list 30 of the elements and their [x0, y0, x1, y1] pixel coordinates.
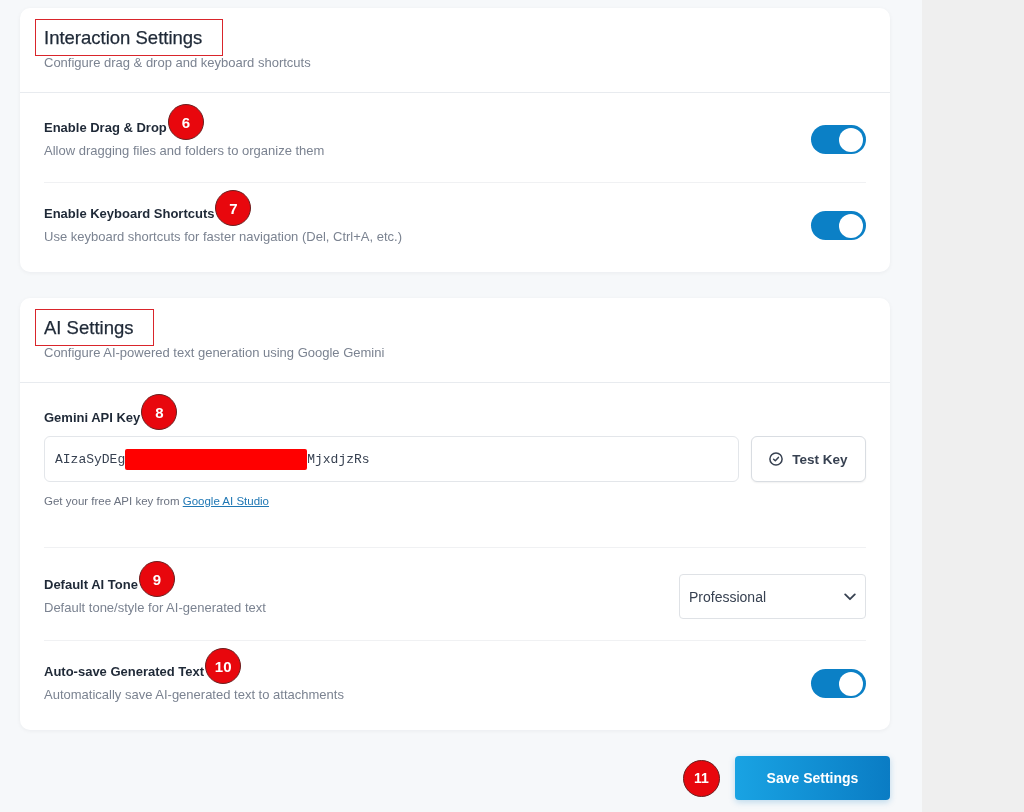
save-settings-button[interactable]: Save Settings — [735, 756, 890, 800]
test-key-button[interactable]: Test Key — [751, 436, 866, 482]
number-badge: 7 — [215, 190, 252, 226]
check-circle-icon — [769, 452, 784, 466]
toggle-switch[interactable] — [811, 125, 866, 154]
setting-description: Allow dragging files and folders to organize them — [44, 142, 325, 160]
section-subtitle: Configure AI-powered text generation using Google Gemini — [44, 344, 385, 362]
setting-description: Use keyboard shortcuts for faster navigation (Del, Ctrl+A, etc.) — [44, 228, 402, 246]
section-subtitle: Configure drag & drop and keyboard shortcuts — [44, 54, 311, 72]
studio-link[interactable]: Google AI Studio — [182, 495, 269, 507]
setting-label: Enable Keyboard Shortcuts — [44, 205, 215, 223]
api-key-field[interactable]: AIzaSyDEg MjxdjzRs — [44, 436, 739, 482]
toggle-switch[interactable] — [811, 669, 866, 698]
number-badge: 10 — [205, 648, 242, 684]
toggle-switch[interactable] — [811, 211, 866, 240]
setting-label: Default AI Tone — [44, 576, 138, 594]
tone-dropdown[interactable]: Professional — [679, 574, 866, 619]
help-text: Get your free API key from Google AI Studio — [44, 494, 270, 509]
section-title: AI Settings — [44, 316, 134, 340]
number-badge: 9 — [138, 561, 175, 597]
setting-label: Gemini API Key — [44, 409, 141, 427]
number-badge: 8 — [141, 394, 178, 430]
chevron-down-icon — [844, 592, 856, 601]
section-title: Interaction Settings — [44, 26, 203, 50]
setting-label: Auto-save Generated Text — [44, 663, 205, 681]
setting-description: Default tone/style for AI-generated text — [44, 599, 266, 617]
number-badge: 11 — [683, 759, 720, 797]
setting-label: Enable Drag & Drop — [44, 119, 167, 137]
number-badge: 6 — [167, 104, 204, 140]
setting-description: Automatically save AI-generated text to attachments — [44, 686, 344, 704]
